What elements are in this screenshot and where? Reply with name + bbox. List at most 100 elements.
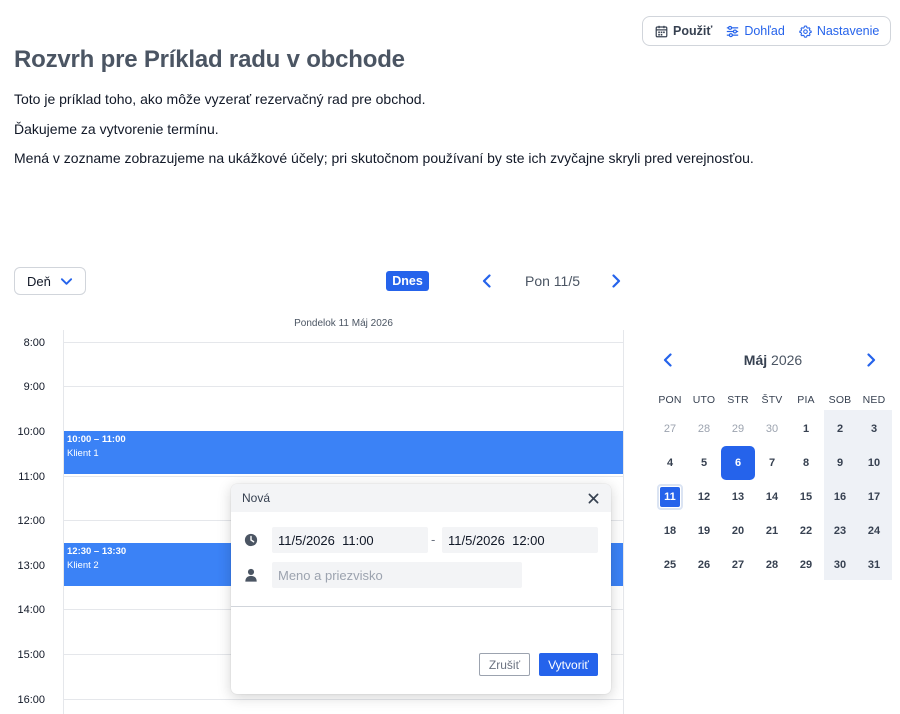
- close-popup-button[interactable]: [586, 491, 600, 505]
- day-header: Pondelok 11 Máj 2026: [294, 318, 393, 329]
- event-block[interactable]: 10:00 – 11:00 Klient 1: [64, 431, 623, 474]
- calendar-day[interactable]: 14: [755, 480, 789, 514]
- end-datetime-input[interactable]: [442, 527, 598, 553]
- calendar-day[interactable]: 25: [653, 548, 687, 582]
- time-label: 14:00: [17, 604, 45, 616]
- use-tab-label: Použiť: [673, 24, 713, 38]
- page-title: Rozvrh pre Príklad radu v obchode: [14, 46, 405, 73]
- description-paragraph-2: Ďakujeme za vytvorenie termínu.: [14, 121, 219, 137]
- calendar-day[interactable]: 23: [823, 514, 857, 548]
- weekday-label: STR: [727, 394, 749, 406]
- grid-line-right: [623, 330, 624, 714]
- calendar-day[interactable]: 27: [721, 548, 755, 582]
- time-label: 16:00: [17, 694, 45, 706]
- calendar-day[interactable]: 11: [653, 480, 687, 514]
- mini-calendar-next-button[interactable]: [862, 351, 880, 369]
- calendar-day[interactable]: 21: [755, 514, 789, 548]
- calendar-day[interactable]: 12: [687, 480, 721, 514]
- calendar-day[interactable]: 26: [687, 548, 721, 582]
- chevron-right-icon: [612, 274, 621, 288]
- chevron-right-icon: [867, 353, 876, 367]
- weekday-label: ŠTV: [761, 394, 783, 406]
- calendar-day[interactable]: 22: [789, 514, 823, 548]
- calendar-day[interactable]: 5: [687, 446, 721, 480]
- calendar-day[interactable]: 6: [721, 446, 755, 480]
- weekday-label: NED: [862, 394, 886, 406]
- calendar-day[interactable]: 29: [721, 412, 755, 446]
- view-tab[interactable]: Dohľad: [726, 24, 785, 38]
- calendar-day[interactable]: 13: [721, 480, 755, 514]
- calendar-day[interactable]: 2: [823, 412, 857, 446]
- description-paragraph-1: Toto je príklad toho, ako môže vyzerať r…: [14, 91, 426, 107]
- calendar-day[interactable]: 30: [823, 548, 857, 582]
- calendar-day[interactable]: 8: [789, 446, 823, 480]
- view-mode-select[interactable]: Deň: [14, 267, 86, 295]
- calendar-day[interactable]: 17: [857, 480, 891, 514]
- view-tab-label: Dohľad: [744, 24, 785, 38]
- calendar-day[interactable]: 28: [687, 412, 721, 446]
- calendar-day[interactable]: 29: [789, 548, 823, 582]
- use-tab[interactable]: Použiť: [655, 24, 712, 38]
- calendar-day[interactable]: 15: [789, 480, 823, 514]
- hour-line: [64, 476, 623, 477]
- weekday-label: UTO: [692, 394, 716, 406]
- settings-tab-label: Nastavenie: [816, 24, 880, 38]
- calendar-day[interactable]: 3: [857, 412, 891, 446]
- time-label: 11:00: [18, 471, 45, 483]
- calendar-day[interactable]: 10: [857, 446, 891, 480]
- mini-calendar-month: Máj: [743, 352, 768, 368]
- event-name: Klient 1: [67, 448, 99, 459]
- calendar-day[interactable]: 28: [755, 548, 789, 582]
- cancel-button[interactable]: Zrušiť: [479, 653, 530, 676]
- chevron-down-icon: [60, 277, 73, 285]
- create-button[interactable]: Vytvoriť: [539, 653, 598, 676]
- calendar-day[interactable]: 19: [687, 514, 721, 548]
- sliders-icon: [727, 25, 739, 37]
- client-name-input[interactable]: [272, 562, 522, 588]
- time-label: 13:00: [17, 560, 45, 572]
- settings-tab[interactable]: Nastavenie: [799, 24, 880, 38]
- close-icon: [588, 493, 598, 503]
- time-label: 12:00: [17, 515, 45, 527]
- today-button[interactable]: Dnes: [386, 271, 429, 291]
- selected-day-number: 11: [660, 487, 680, 507]
- range-separator: -: [431, 532, 436, 547]
- weekday-label: SOB: [828, 394, 852, 406]
- calendar-icon: [655, 25, 668, 37]
- hour-line: [64, 699, 623, 700]
- hour-line: [64, 386, 623, 387]
- current-date-label: Pon 11/5: [525, 273, 581, 289]
- popup-divider: [231, 606, 611, 607]
- calendar-day[interactable]: 31: [857, 548, 891, 582]
- weekday-label: PON: [658, 394, 682, 406]
- calendar-day[interactable]: 16: [823, 480, 857, 514]
- calendar-day[interactable]: 30: [755, 412, 789, 446]
- mini-calendar-year: 2026: [771, 352, 803, 368]
- calendar-day[interactable]: 7: [755, 446, 789, 480]
- hour-line: [64, 342, 623, 343]
- time-label: 8:00: [23, 337, 45, 349]
- gear-icon: [799, 24, 812, 38]
- calendar-day[interactable]: 9: [823, 446, 857, 480]
- prev-day-button[interactable]: [477, 271, 497, 291]
- new-event-popup: Nová - Zrušiť Vytvoriť: [231, 484, 611, 694]
- calendar-day[interactable]: 27: [653, 412, 687, 446]
- start-datetime-input[interactable]: [272, 527, 428, 553]
- time-label: 10:00: [17, 426, 45, 438]
- grid-line-left: [63, 330, 64, 714]
- time-label: 9:00: [23, 381, 45, 393]
- popup-header: Nová: [231, 484, 611, 512]
- mini-calendar-title: Máj 2026: [653, 352, 893, 368]
- top-toolbar: Použiť Dohľad Nastavenie: [642, 16, 891, 46]
- user-icon: [244, 568, 258, 582]
- calendar-day[interactable]: 1: [789, 412, 823, 446]
- next-day-button[interactable]: [606, 271, 626, 291]
- time-label: 15:00: [17, 649, 45, 661]
- calendar-day[interactable]: 20: [721, 514, 755, 548]
- calendar-day[interactable]: 4: [653, 446, 687, 480]
- description-paragraph-3: Mená v zozname zobrazujeme na ukážkové ú…: [14, 150, 754, 166]
- calendar-day[interactable]: 24: [857, 514, 891, 548]
- weekday-label: PIA: [797, 394, 815, 406]
- popup-title: Nová: [242, 491, 271, 505]
- calendar-day[interactable]: 18: [653, 514, 687, 548]
